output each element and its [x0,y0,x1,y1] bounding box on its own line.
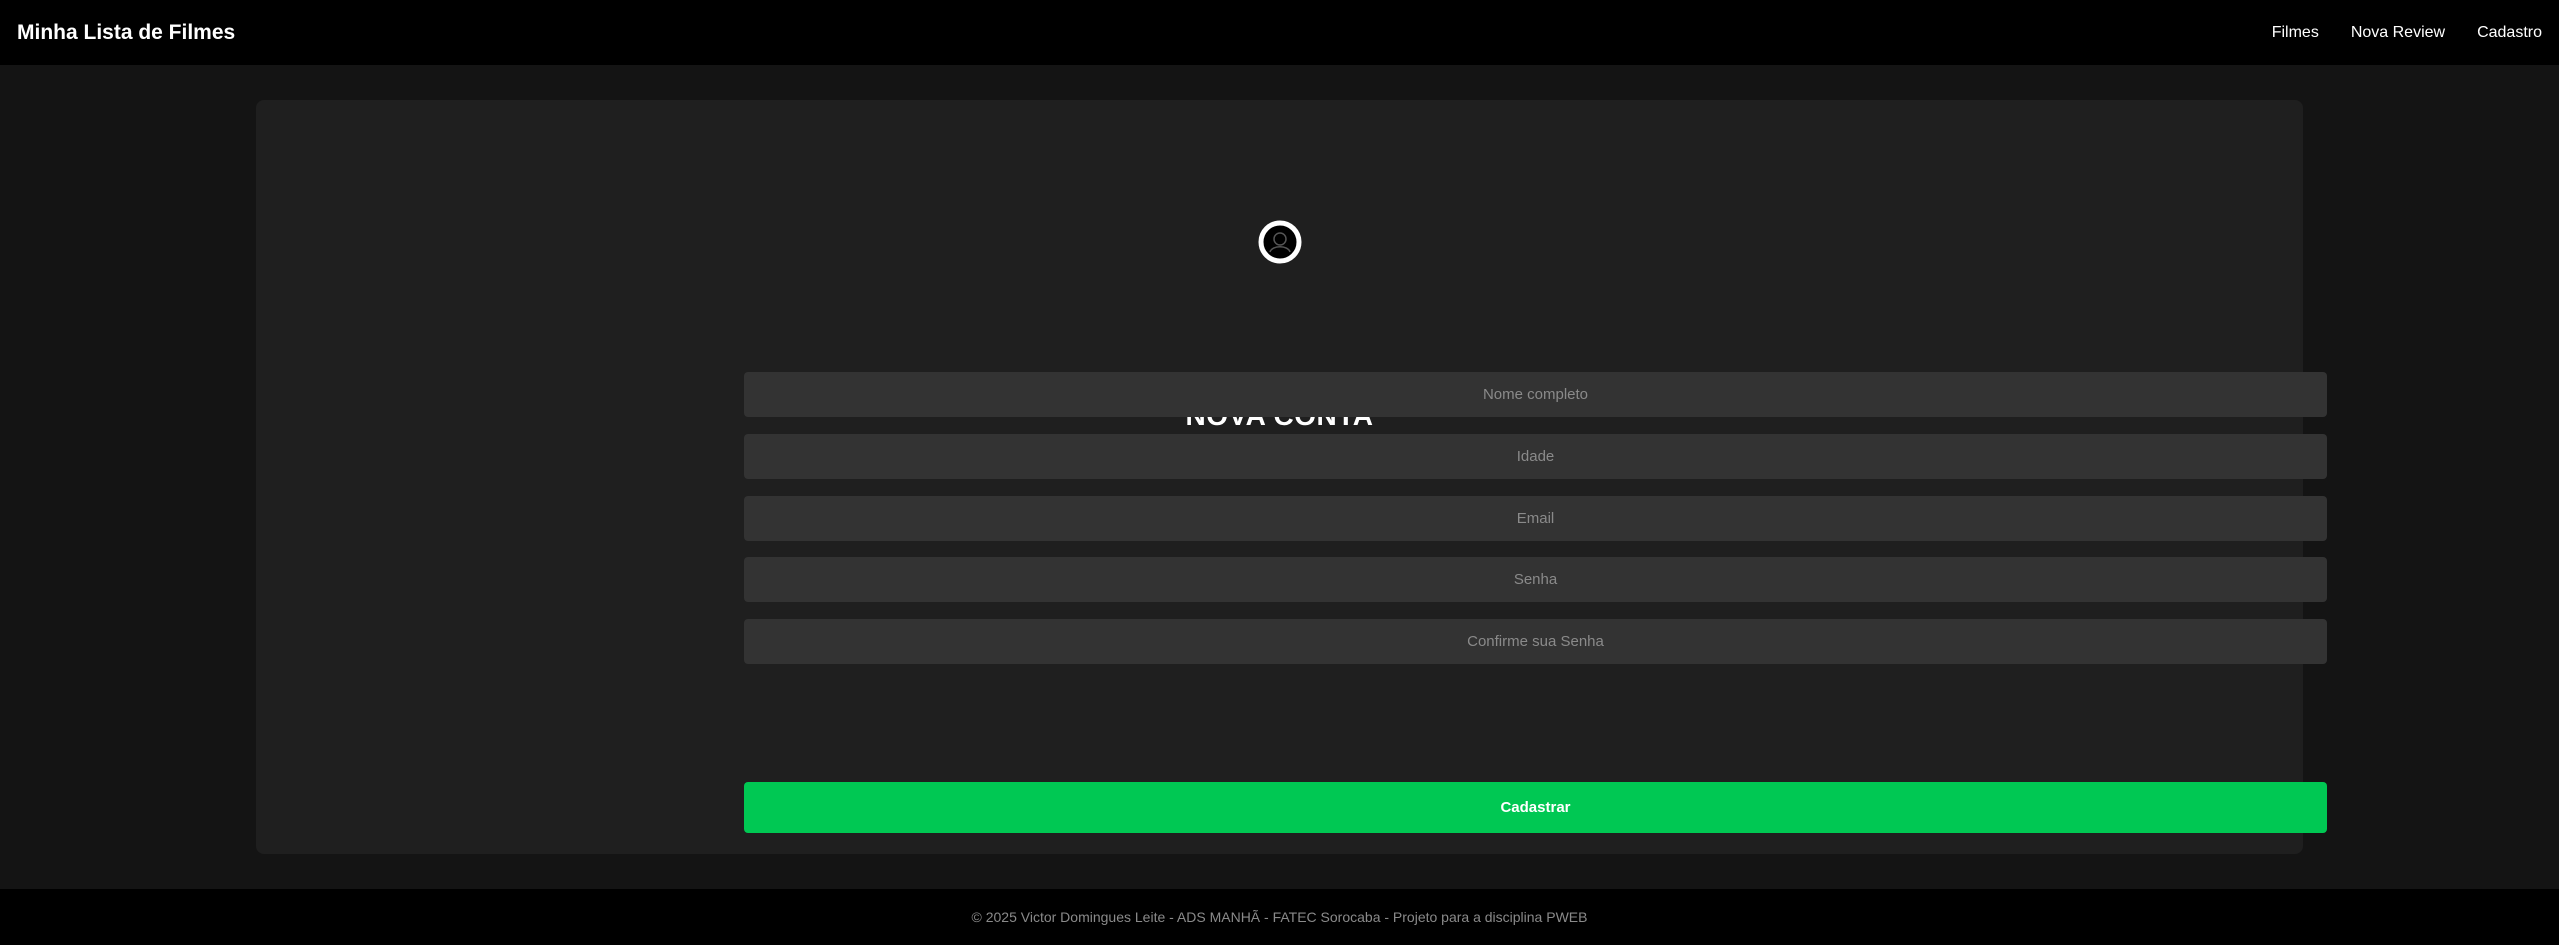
footer: © 2025 Victor Domingues Leite - ADS MANH… [0,889,2559,945]
email-field[interactable] [744,496,2327,541]
nav-link-cadastro[interactable]: Cadastro [2477,24,2542,42]
footer-text: © 2025 Victor Domingues Leite - ADS MANH… [971,909,1588,925]
user-circle-icon [1258,220,1302,264]
confirm-password-field[interactable] [744,619,2327,664]
age-field[interactable] [744,434,2327,479]
signup-card: NOVA CONTA Cadastrar [256,100,2327,854]
nav-links: Filmes Nova Review Cadastro [2240,24,2542,42]
nav-link-filmes[interactable]: Filmes [2272,24,2319,42]
navbar: Minha Lista de Filmes Filmes Nova Review… [0,0,2559,65]
full-name-field[interactable] [744,372,2327,417]
register-button[interactable]: Cadastrar [744,782,2327,833]
nav-link-nova-review[interactable]: Nova Review [2351,24,2445,42]
password-field[interactable] [744,557,2327,602]
brand-link[interactable]: Minha Lista de Filmes [17,21,235,45]
